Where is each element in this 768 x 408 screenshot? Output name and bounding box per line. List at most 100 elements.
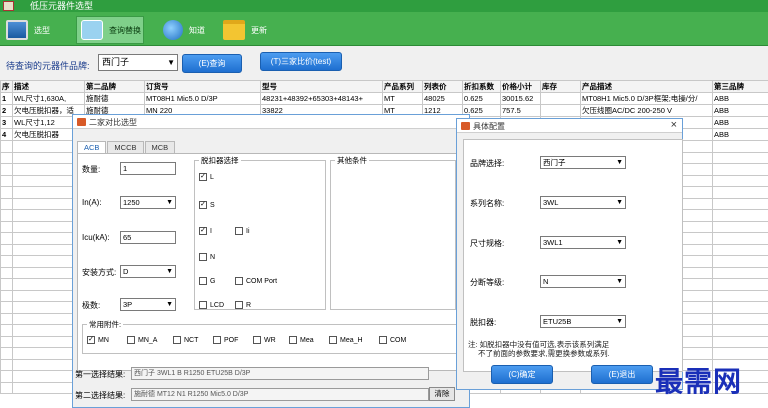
- checkbox-box: [235, 301, 243, 309]
- table-cell: [0, 278, 13, 291]
- table-cell: ABB: [712, 116, 768, 129]
- title-bar: 低压元器件选型: [0, 0, 768, 12]
- table-cell: WL尺寸1,630A,: [12, 92, 85, 105]
- trip-checkbox-lcd[interactable]: LCD: [199, 301, 224, 309]
- col-header[interactable]: 型号: [260, 80, 383, 93]
- checkbox-box: [253, 336, 261, 344]
- accessory-checkbox-com[interactable]: COM: [379, 336, 406, 344]
- config-break-select[interactable]: N ▼: [540, 275, 626, 288]
- table-cell: [0, 140, 13, 153]
- trip-checkbox-r[interactable]: R: [235, 301, 251, 309]
- trip-checkbox-s[interactable]: ✓ S: [199, 201, 215, 209]
- config-panel: 品牌选择: 西门子 ▼ 系列名称: 3WL ▼ 尺寸规格: 3WL1 ▼ 分断等级: …: [463, 139, 683, 372]
- in-label: In(A):: [82, 198, 102, 207]
- table-cell: [0, 255, 13, 268]
- table-cell: 757.5: [500, 104, 541, 117]
- col-header[interactable]: 第二品牌: [84, 80, 145, 93]
- query-button[interactable]: (E)查询: [182, 54, 242, 73]
- table-cell: ABB: [712, 92, 768, 105]
- accessory-checkbox-wr[interactable]: WR: [253, 336, 276, 344]
- table-row[interactable]: 1 WL尺寸1,630A, 施耐德 MT08H1 Mic5.0 D/3P 48231+4…: [0, 92, 768, 105]
- trip-checkbox-n[interactable]: N: [199, 253, 215, 261]
- toolbar-update[interactable]: 更新: [223, 16, 267, 44]
- accessory-checkbox-mea-h[interactable]: Mea_H: [329, 336, 363, 344]
- chevron-down-icon: ▼: [616, 239, 623, 246]
- config-ok-button[interactable]: (C)确定: [491, 365, 553, 384]
- config-dialog-title: 具体配置: [473, 122, 505, 131]
- table-cell: [0, 347, 13, 360]
- toolbar-query-replace[interactable]: 查询替换: [76, 16, 144, 44]
- config-brand-label: 品牌选择:: [470, 159, 505, 168]
- checkbox-label: Ii: [246, 227, 250, 235]
- checkbox-box: [329, 336, 337, 344]
- table-cell: 0.625: [462, 92, 501, 105]
- checkbox-label: MN: [98, 336, 109, 344]
- config-series-label: 系列名称:: [470, 199, 505, 208]
- poles-select[interactable]: 3P ▼: [120, 298, 176, 311]
- close-icon[interactable]: ×: [671, 119, 677, 131]
- accessory-checkbox-mea[interactable]: Mea: [289, 336, 314, 344]
- table-cell: [0, 335, 13, 348]
- tab-mcb[interactable]: MCB: [144, 141, 176, 153]
- tab-mccb[interactable]: MCCB: [107, 141, 144, 153]
- config-exit-button[interactable]: (E)退出: [591, 365, 653, 384]
- globe-icon: [163, 20, 183, 40]
- swap-icon: [81, 20, 103, 40]
- clear-button[interactable]: 清除: [429, 387, 455, 401]
- col-header[interactable]: 列表价: [422, 80, 463, 93]
- trip-checkbox-ii[interactable]: Ii: [235, 227, 250, 235]
- poles-label: 极数:: [82, 301, 101, 310]
- acb-tab-panel: 数量: 1 In(A): 1250 ▼ Icu(kA): 65 安装方式: D ▼ …: [77, 153, 463, 371]
- table-cell: [712, 289, 768, 302]
- second-result-field[interactable]: 施耐德 MT12 N1 R1250 Mic5.0 D/3P: [131, 388, 429, 401]
- compare-button[interactable]: (T)三家比价(test): [260, 52, 342, 71]
- checkbox-box: [127, 336, 135, 344]
- config-series-select[interactable]: 3WL ▼: [540, 196, 626, 209]
- table-cell: [0, 370, 13, 383]
- toolbar-know[interactable]: 知道: [163, 16, 205, 44]
- in-select[interactable]: 1250 ▼: [120, 196, 176, 209]
- col-header[interactable]: 第三品牌: [712, 80, 768, 93]
- col-header[interactable]: 描述: [12, 80, 85, 93]
- accessory-checkbox-mn[interactable]: ✓ MN: [87, 336, 109, 344]
- config-size-select[interactable]: 3WL1 ▼: [540, 236, 626, 249]
- accessory-checkbox-nct[interactable]: NCT: [173, 336, 198, 344]
- chevron-down-icon: ▼: [166, 199, 173, 206]
- col-header[interactable]: 产品描述: [580, 80, 713, 93]
- toolbar-select[interactable]: 选型: [6, 16, 50, 44]
- trip-checkbox-l[interactable]: ✓ L: [199, 173, 214, 181]
- trip-checkbox-com-port[interactable]: COM Port: [235, 277, 277, 285]
- breaker-type-tabs: ACB MCCB MCB: [77, 141, 176, 153]
- config-trip-select[interactable]: ETU25B ▼: [540, 315, 626, 328]
- config-break-value: N: [543, 277, 549, 286]
- accessory-checkbox-mn-a[interactable]: MN_A: [127, 336, 157, 344]
- brand-select[interactable]: 西门子 ▼: [98, 54, 178, 71]
- col-header[interactable]: 折扣系数: [462, 80, 501, 93]
- table-cell: [712, 347, 768, 360]
- col-header[interactable]: 序: [0, 80, 13, 93]
- col-header[interactable]: 价格小计: [500, 80, 541, 93]
- config-break-label: 分断等级:: [470, 278, 505, 287]
- trip-checkbox-g[interactable]: G: [199, 277, 215, 285]
- accessory-checkbox-pof[interactable]: POF: [213, 336, 238, 344]
- config-trip-value: ETU25B: [543, 317, 572, 326]
- trip-checkbox-i[interactable]: ✓ I: [199, 227, 212, 235]
- checkbox-box: [199, 253, 207, 261]
- first-result-field[interactable]: 西门子 3WL1 B R1250 ETU25B D/3P: [131, 367, 429, 380]
- table-cell: [0, 243, 13, 256]
- col-header[interactable]: 库存: [540, 80, 581, 93]
- checkbox-label: I: [210, 227, 212, 235]
- icu-input[interactable]: 65: [120, 231, 176, 244]
- quantity-input[interactable]: 1: [120, 162, 176, 175]
- first-result-label: 第一选择结果:: [75, 370, 126, 379]
- table-cell: 2: [0, 104, 13, 117]
- watermark-text: 最需网: [655, 365, 743, 398]
- mount-select[interactable]: D ▼: [120, 265, 176, 278]
- table-cell: [712, 186, 768, 199]
- config-brand-select[interactable]: 西门子 ▼: [540, 156, 626, 169]
- table-cell: [0, 381, 13, 394]
- col-header[interactable]: 产品系列: [382, 80, 423, 93]
- col-header[interactable]: 订货号: [144, 80, 261, 93]
- tab-acb[interactable]: ACB: [77, 141, 107, 153]
- checkbox-label: NCT: [184, 336, 199, 344]
